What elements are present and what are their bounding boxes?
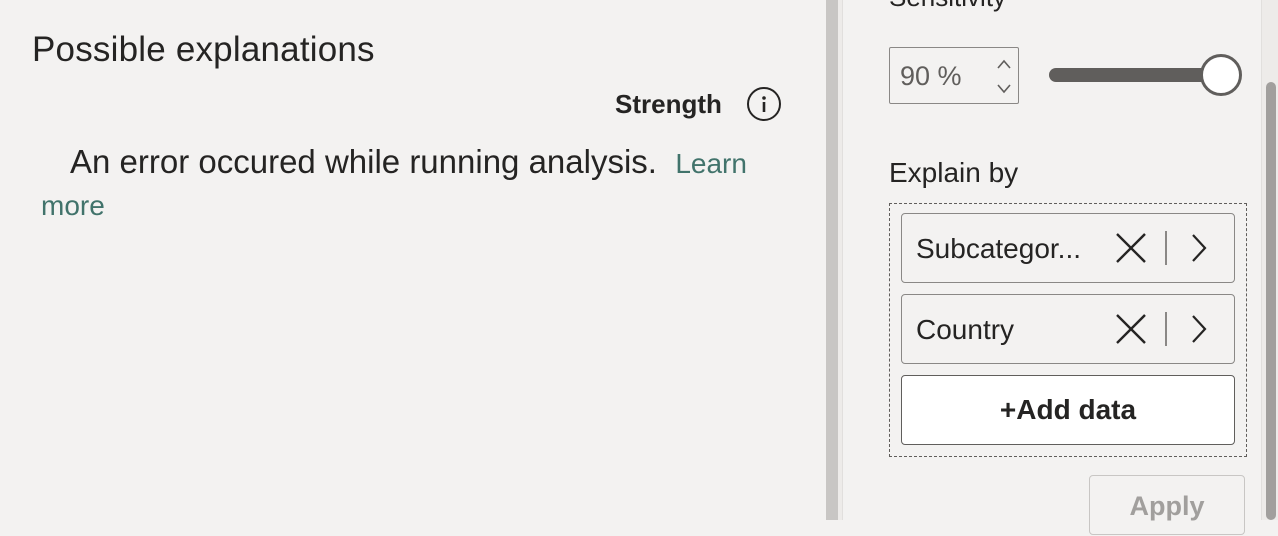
field-chip-label: Subcategor... [916,233,1082,264]
field-chip-label: Country [916,314,1015,345]
error-message-block: An error occured while running analysis.… [41,142,781,226]
add-data-button[interactable]: +Add data [901,375,1235,445]
field-chip-subcategory[interactable]: Subcategor... [901,213,1235,283]
chevron-right-icon[interactable] [1188,231,1210,265]
chip-separator [1165,312,1167,346]
explain-by-drop-zone[interactable]: Subcategor... Country +Add data [889,203,1247,457]
scrollbar-thumb[interactable] [1266,82,1276,520]
sensitivity-value[interactable]: 90 % [900,61,962,92]
pane-divider [826,0,838,520]
chevron-up-icon[interactable] [996,57,1012,71]
strength-column-header: Strength [615,89,722,119]
sensitivity-slider-thumb[interactable] [1200,54,1242,96]
settings-pane: Sensitivity 90 % Explain by Subcategor..… [838,0,1278,535]
info-icon[interactable] [747,87,781,121]
explanations-panel: Possible explanations Strength An error … [0,0,826,520]
sensitivity-label: Sensitivity [889,0,1006,13]
sensitivity-spinbox[interactable]: 90 % [889,47,1019,104]
chip-separator [1165,231,1167,265]
close-icon[interactable] [1114,231,1148,265]
apply-button[interactable]: Apply [1089,475,1245,535]
field-chip-country[interactable]: Country [901,294,1235,364]
chevron-right-icon[interactable] [1188,312,1210,346]
settings-pane-content: Sensitivity 90 % Explain by Subcategor..… [842,0,1262,535]
error-message: An error occured while running analysis. [70,143,657,180]
explain-by-label: Explain by [889,157,1019,188]
page-title: Possible explanations [32,30,375,69]
close-icon[interactable] [1114,312,1148,346]
chevron-down-icon[interactable] [996,82,1012,96]
